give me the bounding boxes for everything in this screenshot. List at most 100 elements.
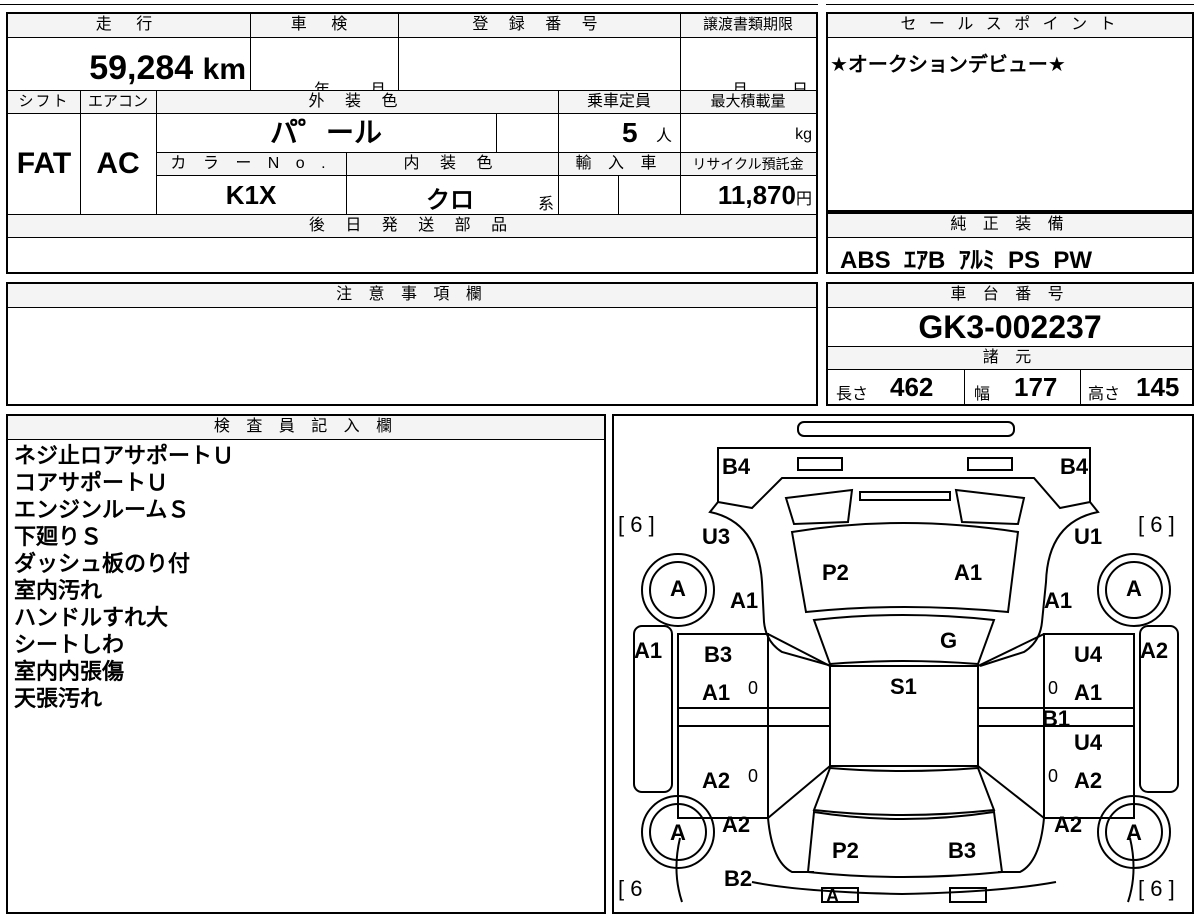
sales-point-label: セ ー ル ス ポ イ ン ト xyxy=(828,14,1192,38)
recycle-fee-unit: 円 xyxy=(795,191,812,208)
height-label: 高さ xyxy=(1088,386,1121,403)
mark-fender-front-right: U1 xyxy=(1074,524,1103,549)
length-label: 長さ xyxy=(836,386,869,403)
mark-side-left: A1 xyxy=(634,638,663,663)
max-load-label: 最大積載量 xyxy=(680,90,816,114)
capacity-value: 5 人 xyxy=(558,114,680,152)
tire-right-top: [ 6 ] xyxy=(1138,512,1175,537)
mark-pillar-right: B1 xyxy=(1042,706,1071,731)
genuine-equipment-label: 純 正 装 備 xyxy=(828,214,1192,238)
inspector-note: 天張汚れ xyxy=(14,686,103,711)
mark-rear-door-right-1: U4 xyxy=(1074,730,1103,755)
genuine-equipment-value: ABS ｴｱB ｱﾙﾐ PS PW xyxy=(840,247,1093,274)
mileage-unit: km xyxy=(202,53,246,86)
mark-front-door-right-2: A1 xyxy=(1074,680,1103,705)
shift-label: シフト xyxy=(8,90,80,114)
aircon-label: エアコン xyxy=(80,90,156,114)
mark-rear-door-left: A2 xyxy=(702,768,731,793)
sales-point-box: セ ー ル ス ポ イ ン ト ★オークションデビュー★ xyxy=(826,12,1194,212)
inspection-label: 車 検 xyxy=(250,14,398,38)
interior-color-label: 内 装 色 xyxy=(346,152,558,176)
height-value: 145 xyxy=(1136,372,1180,402)
mark-front-door-left-1: B3 xyxy=(704,642,733,667)
chassis-label: 車 台 番 号 xyxy=(828,284,1192,308)
mark-fender-front-left: U3 xyxy=(702,524,731,549)
mark-front-door-left-2: A1 xyxy=(702,680,731,705)
max-load-value: kg xyxy=(680,114,816,152)
spec-height: 高さ 145 xyxy=(1080,370,1192,404)
inspector-note: 室内内張傷 xyxy=(14,659,125,684)
inspector-notes-list: ネジ止ロアサポートＵ コアサポートＵ エンジンルームＳ 下廻りＳ ダッシュ板のり… xyxy=(14,442,234,712)
mark-rear-bumper-center: A xyxy=(826,886,839,906)
genuine-equipment-box: 純 正 装 備 ABS ｴｱB ｱﾙﾐ PS PW xyxy=(826,212,1194,274)
recycle-fee-value: 11,870円 xyxy=(680,176,816,212)
inspector-note: 室内汚れ xyxy=(14,578,103,603)
load-unit: kg xyxy=(795,126,812,143)
car-diagram-box: [ 6 ] [ 6 ] [ 6 [ 6 ] A A A A B4 B4 U3 U… xyxy=(612,414,1194,914)
inspector-note: コアサポートＵ xyxy=(14,470,169,495)
spec-length: 長さ 462 xyxy=(828,370,964,404)
mileage-number: 59,284 xyxy=(89,49,194,87)
inspector-label: 検 査 員 記 入 欄 xyxy=(8,416,604,440)
inspector-note: ネジ止ロアサポートＵ xyxy=(14,443,235,468)
inspector-note: シートしわ xyxy=(14,632,125,657)
interior-suffix: 系 xyxy=(537,196,554,213)
mark-zero: 0 xyxy=(1048,678,1059,698)
mark-wheel-front-right: A1 xyxy=(1044,588,1073,613)
specs-label: 諸 元 xyxy=(828,346,1192,370)
mark-wheel-front-left: A1 xyxy=(730,588,759,613)
capacity-unit: 人 xyxy=(656,128,673,145)
exterior-color-value: パ゜ール xyxy=(269,117,382,148)
color-no-label: カ ラ ー N o . xyxy=(156,152,346,176)
transfer-deadline-label: 譲渡書類期限 xyxy=(680,14,816,38)
shift-value: FAT xyxy=(16,147,72,180)
mark-rear-door-right-2: A2 xyxy=(1074,768,1103,793)
mileage-label: 走 行 xyxy=(8,14,250,38)
import-label: 輸 入 車 xyxy=(558,152,680,176)
interior-color-value: クロ 系 xyxy=(346,176,558,214)
mark-bumper-front-left: B4 xyxy=(722,454,751,479)
registration-label: 登 録 番 号 xyxy=(398,14,680,38)
length-value: 462 xyxy=(890,372,934,402)
mark-front-door-right-1: U4 xyxy=(1074,642,1103,667)
wheel-label: A xyxy=(1126,576,1142,601)
chassis-value: GK3-002237 xyxy=(918,309,1102,345)
wheel-label: A xyxy=(670,820,686,845)
mark-windshield: G xyxy=(940,628,958,653)
inspector-note: エンジンルームＳ xyxy=(14,497,190,522)
inspector-note: ハンドルすれ大 xyxy=(14,605,169,630)
mark-hood-left: P2 xyxy=(822,560,849,585)
capacity-number: 5 xyxy=(622,117,638,148)
sales-point-value: ★オークションデビュー★ xyxy=(830,54,1066,76)
mark-hood-right: A1 xyxy=(954,560,983,585)
recycle-fee-number: 11,870 xyxy=(717,180,796,210)
top-strip xyxy=(0,0,1200,6)
mark-zero: 0 xyxy=(1048,766,1059,786)
mark-zero: 0 xyxy=(748,766,759,786)
mark-side-right: A2 xyxy=(1140,638,1169,663)
capacity-label: 乗車定員 xyxy=(558,90,680,114)
inspector-note: ダッシュ板のり付 xyxy=(14,551,191,576)
exterior-color-label: 外 装 色 xyxy=(156,90,558,114)
recycle-fee-label: リサイクル預託金 xyxy=(680,152,816,176)
interior-color-text: クロ xyxy=(426,187,474,214)
mark-rear-fender-left: A2 xyxy=(722,812,751,837)
width-label: 幅 xyxy=(974,386,991,403)
mark-zero: 0 xyxy=(748,678,759,698)
notes-label: 注 意 事 項 欄 xyxy=(8,284,816,308)
mark-trunk-left: P2 xyxy=(832,838,859,863)
chassis-box: 車 台 番 号 GK3-002237 諸 元 長さ 462 幅 177 高さ 1… xyxy=(826,282,1194,406)
aircon-value: AC xyxy=(96,147,140,180)
wheel-label: A xyxy=(670,576,686,601)
mark-rear-bumper-left: B2 xyxy=(724,866,753,891)
tire-left-top: [ 6 ] xyxy=(618,512,655,537)
inspector-box: 検 査 員 記 入 欄 ネジ止ロアサポートＵ コアサポートＵ エンジンルームＳ … xyxy=(6,414,606,914)
mark-bumper-front-right: B4 xyxy=(1060,454,1089,479)
mark-trunk-right: B3 xyxy=(948,838,977,863)
notes-box: 注 意 事 項 欄 xyxy=(6,282,818,406)
mark-rear-fender-right: A2 xyxy=(1054,812,1083,837)
wheel-label: A xyxy=(1126,820,1142,845)
inspector-note: 下廻りＳ xyxy=(14,524,103,549)
spec-width: 幅 177 xyxy=(964,370,1080,404)
vehicle-info-table: 走 行 車 検 登 録 番 号 譲渡書類期限 59,284 km 年 月 月 日… xyxy=(6,12,818,274)
